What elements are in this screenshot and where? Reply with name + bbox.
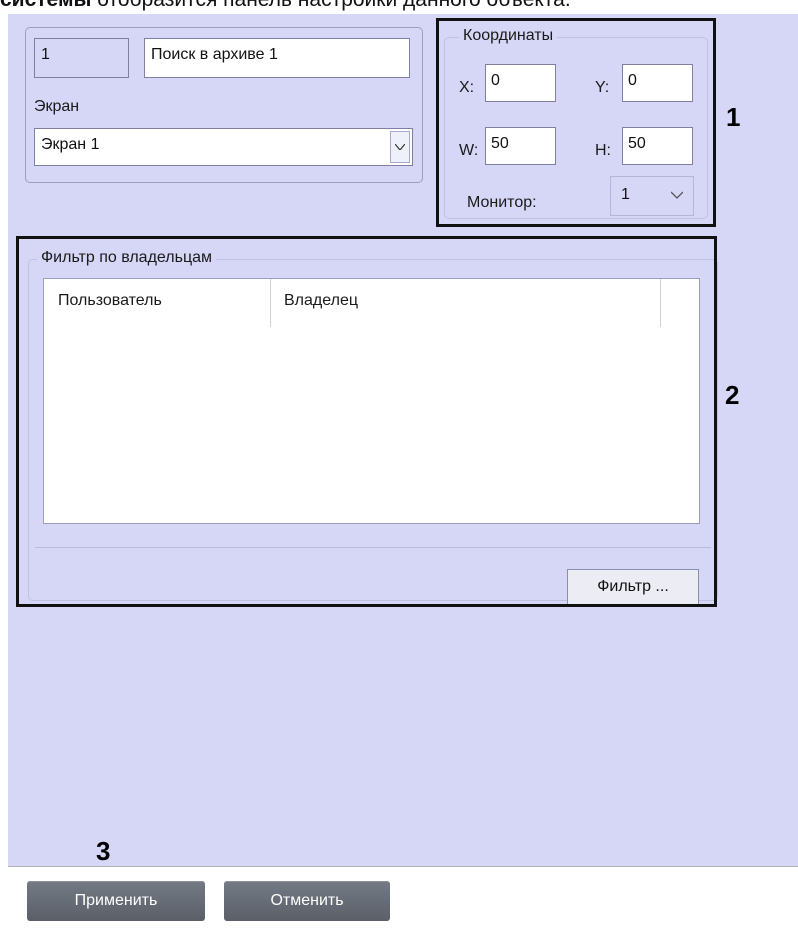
object-group: 1 Поиск в архиве 1 Экран Экран 1 [25, 27, 423, 183]
screen-dropdown-button[interactable] [390, 131, 410, 163]
footer-bar: Применить Отменить [8, 866, 798, 932]
cancel-button[interactable]: Отменить [224, 881, 390, 921]
screen-select[interactable]: Экран 1 [34, 128, 413, 166]
page-caption: системы отобразится панель настройки дан… [0, 0, 798, 11]
apply-button[interactable]: Применить [27, 881, 205, 921]
chevron-down-icon [395, 144, 405, 150]
object-name-field[interactable]: Поиск в архиве 1 [144, 38, 410, 78]
caption-rest: отобразится панель настройки данного объ… [91, 0, 570, 11]
callout-box-2 [16, 236, 717, 607]
caption-bold: системы [0, 0, 91, 11]
object-id-field[interactable]: 1 [34, 38, 129, 78]
marker-3: 3 [96, 836, 111, 866]
callout-box-1 [436, 18, 716, 227]
screen-label: Экран [34, 98, 80, 115]
screen-select-value: Экран 1 [41, 136, 100, 153]
marker-2: 2 [725, 380, 740, 410]
marker-1: 1 [726, 102, 741, 132]
